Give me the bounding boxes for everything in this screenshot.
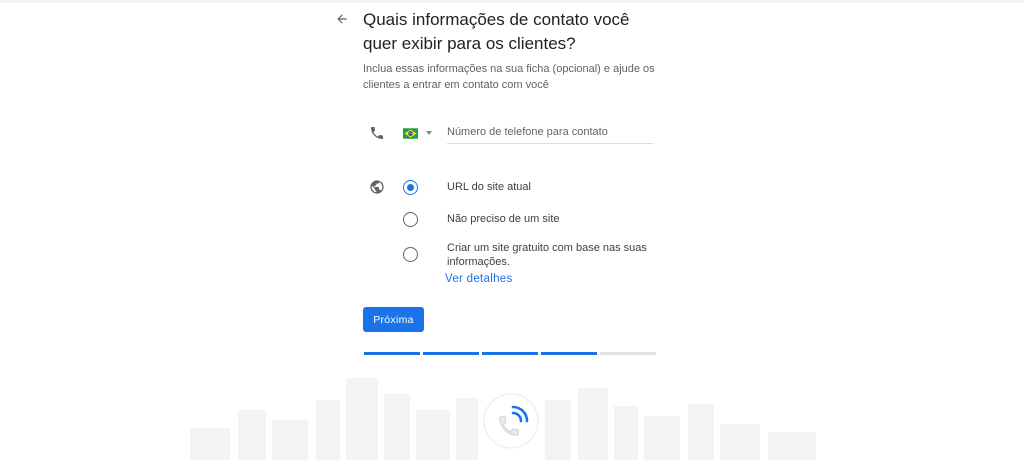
progress-segment <box>541 352 597 355</box>
chevron-down-icon <box>426 131 432 135</box>
page-subtitle: Inclua essas informações na sua ficha (o… <box>363 63 655 91</box>
top-divider <box>0 0 1024 3</box>
progress-segment <box>600 352 656 355</box>
see-details-link[interactable]: Ver detalhes <box>445 273 513 285</box>
phone-number-input[interactable] <box>447 124 653 144</box>
country-code-dropdown[interactable] <box>403 125 432 141</box>
radio-button[interactable] <box>403 212 418 227</box>
globe-icon <box>370 180 384 194</box>
radio-option-no-site[interactable]: Não preciso de um site <box>403 212 560 227</box>
arrow-back-icon <box>337 14 347 24</box>
brazil-flag-icon <box>403 127 418 139</box>
phone-call-illustration <box>483 393 539 449</box>
radio-label: URL do site atual <box>447 181 531 193</box>
page-title: Quais informações de contato você quer e… <box>363 10 630 53</box>
radio-option-free-site[interactable]: Criar um site gratuito com base nas suas… <box>403 242 647 268</box>
progress-bar <box>364 352 656 355</box>
radio-label: Não preciso de um site <box>447 213 560 225</box>
phone-icon <box>371 127 383 139</box>
radio-button[interactable] <box>403 247 418 262</box>
progress-segment <box>482 352 538 355</box>
radio-button-checked[interactable] <box>403 180 418 195</box>
back-button[interactable] <box>331 8 353 30</box>
radio-option-current-url[interactable]: URL do site atual <box>403 180 531 195</box>
progress-segment <box>423 352 479 355</box>
radio-label: Criar um site gratuito com base nas suas… <box>447 242 647 268</box>
next-button[interactable]: Próxima <box>363 307 424 332</box>
progress-segment <box>364 352 420 355</box>
